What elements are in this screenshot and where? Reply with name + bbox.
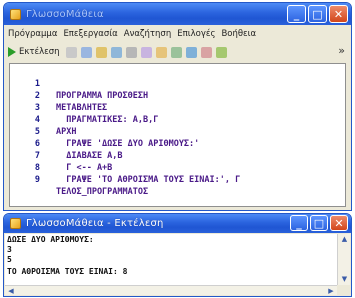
menu-help[interactable]: Βοήθεια [221, 29, 256, 39]
line-number: 9 [34, 175, 40, 185]
minimize-button[interactable]: _ [290, 215, 308, 231]
new-file-icon[interactable] [65, 46, 77, 58]
console-title: ΓλωσσοΜάθεια - Εκτέλεση [26, 218, 164, 229]
menu-search[interactable]: Αναζήτηση [124, 29, 171, 39]
code-text: ΠΡΟΓΡΑΜΜΑ ΠΡΟΣΘΕΣΗ [56, 91, 149, 101]
code-text: ΑΡΧΗ [56, 127, 77, 137]
copy-icon[interactable] [140, 46, 152, 58]
find-icon[interactable] [200, 46, 212, 58]
app-icon [10, 8, 21, 20]
console-line: 5 [7, 255, 12, 264]
scroll-down-icon[interactable]: ▼ [338, 274, 351, 285]
menu-options[interactable]: Επιλογές [177, 29, 215, 39]
code-text: ΓΡΑΨΕ 'ΔΩΣΕ ΔΥΟ ΑΡΙΘΜΟΥΣ:' [56, 139, 200, 149]
code-line: 1 ΠΡΟΓΡΑΜΜΑ ΠΡΟΣΘΕΣΗ [10, 66, 148, 101]
code-text: ΓΡΑΨΕ 'ΤΟ ΑΘΡΟΙΣΜΑ ΤΟΥΣ ΕΙΝΑΙ:', Γ [56, 175, 241, 185]
toolbar: Εκτέλεση » [4, 43, 351, 61]
console-output[interactable]: ΔΩΣΕ ΔΥΟ ΑΡΙΘΜΟΥΣ: 3 5 ΤΟ ΑΘΡΟΙΣΜΑ ΤΟΥΣ … [5, 234, 337, 285]
code-line: 6 ΔΙΑΒΑΣΕ Α,Β [10, 126, 123, 161]
horizontal-scrollbar[interactable]: ◀ ▶ [5, 285, 337, 295]
maximize-button[interactable]: □ [310, 215, 328, 231]
console-line: 3 [7, 245, 12, 254]
code-line: 5 ΓΡΑΨΕ 'ΔΩΣΕ ΔΥΟ ΑΡΙΘΜΟΥΣ:' [10, 114, 199, 149]
play-icon [8, 47, 16, 57]
save-icon[interactable] [95, 46, 107, 58]
replace-icon[interactable] [215, 46, 227, 58]
code-text: ΤΕΛΟΣ_ΠΡΟΓΡΑΜΜΑΤΟΣ [56, 187, 149, 197]
run-label: Εκτέλεση [19, 47, 60, 57]
undo-icon[interactable] [170, 46, 182, 58]
menu-bar: Πρόγραμμα Επεξεργασία Αναζήτηση Επιλογές… [4, 25, 351, 42]
code-text: ΔΙΑΒΑΣΕ Α,Β [56, 151, 123, 161]
code-line: 8 ΓΡΑΨΕ 'ΤΟ ΑΘΡΟΙΣΜΑ ΤΟΥΣ ΕΙΝΑΙ:', Γ [10, 150, 240, 185]
menu-program[interactable]: Πρόγραμμα [8, 29, 57, 39]
code-line: 7 Γ <-- Α+Β [10, 138, 112, 173]
console-line: ΔΩΣΕ ΔΥΟ ΑΡΙΘΜΟΥΣ: [7, 235, 94, 244]
main-window: ΓλωσσοΜάθεια _ □ ✕ Πρόγραμμα Επεξεργασία… [3, 2, 352, 211]
code-line: 4 ΑΡΧΗ [10, 102, 77, 137]
main-titlebar[interactable]: ΓλωσσοΜάθεια _ □ ✕ [4, 3, 351, 25]
open-icon[interactable] [80, 46, 92, 58]
paste-icon[interactable] [155, 46, 167, 58]
code-text: ΜΕΤΑΒΛΗΤΕΣ [56, 103, 108, 113]
code-text: ΠΡΑΓΜΑΤΙΚΕΣ: Α,Β,Γ [56, 115, 159, 125]
code-line: 3 ΠΡΑΓΜΑΤΙΚΕΣ: Α,Β,Γ [10, 90, 158, 125]
console-line: ΤΟ ΑΘΡΟΙΣΜΑ ΤΟΥΣ ΕΙΝΑΙ: 8 [7, 267, 128, 276]
maximize-button[interactable]: □ [308, 5, 327, 23]
app-icon [10, 218, 21, 229]
cut-icon[interactable] [125, 46, 137, 58]
run-button[interactable]: Εκτέλεση [8, 47, 60, 57]
scroll-right-icon[interactable]: ▶ [325, 286, 337, 296]
code-text: Γ <-- Α+Β [56, 163, 113, 173]
scroll-left-icon[interactable]: ◀ [5, 286, 17, 296]
close-button[interactable]: ✕ [330, 215, 348, 231]
code-editor[interactable]: 1 ΠΡΟΓΡΑΜΜΑ ΠΡΟΣΘΕΣΗ 2 ΜΕΤΑΒΛΗΤΕΣ 3 ΠΡΑΓ… [9, 63, 346, 207]
console-titlebar[interactable]: ΓλωσσοΜάθεια - Εκτέλεση _ □ ✕ [4, 214, 351, 233]
redo-icon[interactable] [185, 46, 197, 58]
chevron-right-icon[interactable]: » [338, 44, 345, 57]
print-icon[interactable] [110, 46, 122, 58]
window-title: ΓλωσσοΜάθεια [26, 8, 104, 20]
console-window: ΓλωσσοΜάθεια - Εκτέλεση _ □ ✕ ΔΩΣΕ ΔΥΟ Α… [3, 213, 352, 297]
menu-edit[interactable]: Επεξεργασία [63, 29, 117, 39]
close-button[interactable]: ✕ [329, 5, 348, 23]
code-line: 9 ΤΕΛΟΣ_ΠΡΟΓΡΑΜΜΑΤΟΣ [10, 162, 148, 197]
vertical-scrollbar[interactable]: ▲ ▼ [337, 234, 350, 285]
code-line: 2 ΜΕΤΑΒΛΗΤΕΣ [10, 78, 107, 113]
scroll-up-icon[interactable]: ▲ [338, 234, 351, 245]
minimize-button[interactable]: _ [287, 5, 306, 23]
